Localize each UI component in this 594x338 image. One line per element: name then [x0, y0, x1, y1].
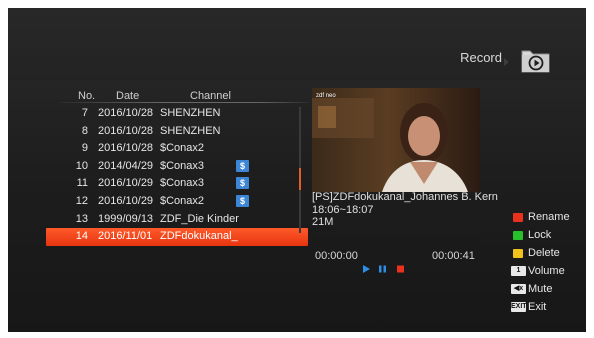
recording-list: 7 2016/10/28 SHENZHEN 8 2016/10/28 SHENZHEN 9 2… [46, 105, 308, 246]
row-channel: ZDF_Die Kinder [160, 212, 239, 225]
row-date: 2016/10/28 [98, 142, 154, 155]
recording-title: [PS]ZDFdokukanal_Johannes B. Kern [312, 191, 498, 203]
legend-label: Exit [528, 301, 547, 313]
row-channel: $Conax2 [160, 194, 205, 207]
channel-logo: zdf neo [316, 93, 336, 99]
mute-key-icon: ◀x [511, 284, 526, 294]
row-date: 2016/10/28 [98, 107, 154, 119]
scrambled-badge-icon: $ [236, 194, 249, 207]
row-number: 8 [81, 124, 88, 137]
row-date: 1999/09/13 [98, 212, 154, 225]
page-title: Record [460, 50, 502, 65]
list-item[interactable]: 12 2016/10/29 $Conax2 $ [46, 193, 308, 211]
row-number: 11 [76, 177, 88, 190]
scrambled-badge-icon: $ [236, 159, 249, 172]
recording-time-range: 18:06~18:07 [312, 203, 374, 216]
row-channel: $Conax3 [160, 177, 205, 190]
pause-icon[interactable] [379, 265, 382, 273]
legend-label: Delete [528, 247, 560, 259]
column-channel: Channel [190, 90, 231, 102]
video-preview: zdf neo [312, 88, 480, 192]
scrambled-badge-icon: $ [236, 177, 249, 190]
delete-color-key-icon [513, 249, 523, 258]
rename-color-key-icon [513, 213, 523, 222]
row-date: 2014/04/29 [98, 159, 154, 172]
playback-progress-bar[interactable] [314, 237, 479, 245]
list-item[interactable]: 8 2016/10/28 SHENZHEN [46, 123, 308, 141]
recording-info: [PS]ZDFdokukanal_Johannes B. Kern 18:06~… [312, 191, 498, 229]
row-date: 2016/10/29 [98, 194, 154, 207]
row-number: 12 [75, 194, 88, 207]
list-item-selected[interactable]: 14 2016/11/01 ZDFdokukanal_ [46, 228, 308, 246]
stop-icon[interactable] [397, 265, 404, 273]
time-end: 00:00:41 [432, 250, 475, 262]
record-screen: Record No. Date Channel 7 2016/10/28 SHENZ… [8, 8, 586, 332]
header-divider [60, 102, 310, 103]
recording-size: 21M [312, 216, 334, 228]
row-channel: SHENZHEN [160, 107, 221, 119]
row-number: 7 [81, 107, 88, 119]
list-item[interactable]: 9 2016/10/28 $Conax2 [46, 140, 308, 158]
row-channel: SHENZHEN [160, 124, 221, 137]
legend-label: Volume [528, 265, 565, 277]
volume-key-icon: 1 [511, 266, 526, 276]
list-item[interactable]: 13 1999/09/13 ZDF_Die Kinder [46, 211, 308, 229]
row-date: 2016/10/28 [98, 124, 154, 137]
scrollbar-thumb[interactable] [299, 168, 301, 190]
legend-label: Lock [528, 229, 552, 241]
top-band [8, 8, 586, 80]
row-date: 2016/11/01 [98, 230, 153, 243]
row-number: 10 [75, 159, 88, 172]
row-number: 14 [75, 230, 88, 243]
list-item[interactable]: 7 2016/10/28 SHENZHEN [46, 105, 308, 123]
lock-color-key-icon [513, 231, 523, 240]
row-channel: $Conax2 [160, 142, 205, 155]
list-item[interactable]: 10 2014/04/29 $Conax3 $ [46, 158, 308, 176]
row-channel: ZDFdokukanal_ [160, 230, 238, 243]
row-channel: $Conax3 [160, 159, 205, 172]
exit-key-icon: EXIT [511, 302, 527, 312]
legend-label: Mute [528, 283, 553, 295]
play-icon[interactable] [363, 265, 370, 273]
row-number: 9 [81, 142, 88, 155]
folder-play-icon [521, 50, 550, 73]
playback-controls [363, 265, 404, 273]
time-start: 00:00:00 [315, 250, 358, 262]
title-arrow-icon [504, 58, 509, 66]
row-date: 2016/10/29 [98, 177, 154, 190]
list-item[interactable]: 11 2016/10/29 $Conax3 $ [46, 175, 308, 193]
column-no: No. [78, 90, 96, 102]
legend-label: Rename [528, 211, 570, 223]
column-date: Date [116, 90, 140, 102]
row-number: 13 [75, 212, 88, 225]
